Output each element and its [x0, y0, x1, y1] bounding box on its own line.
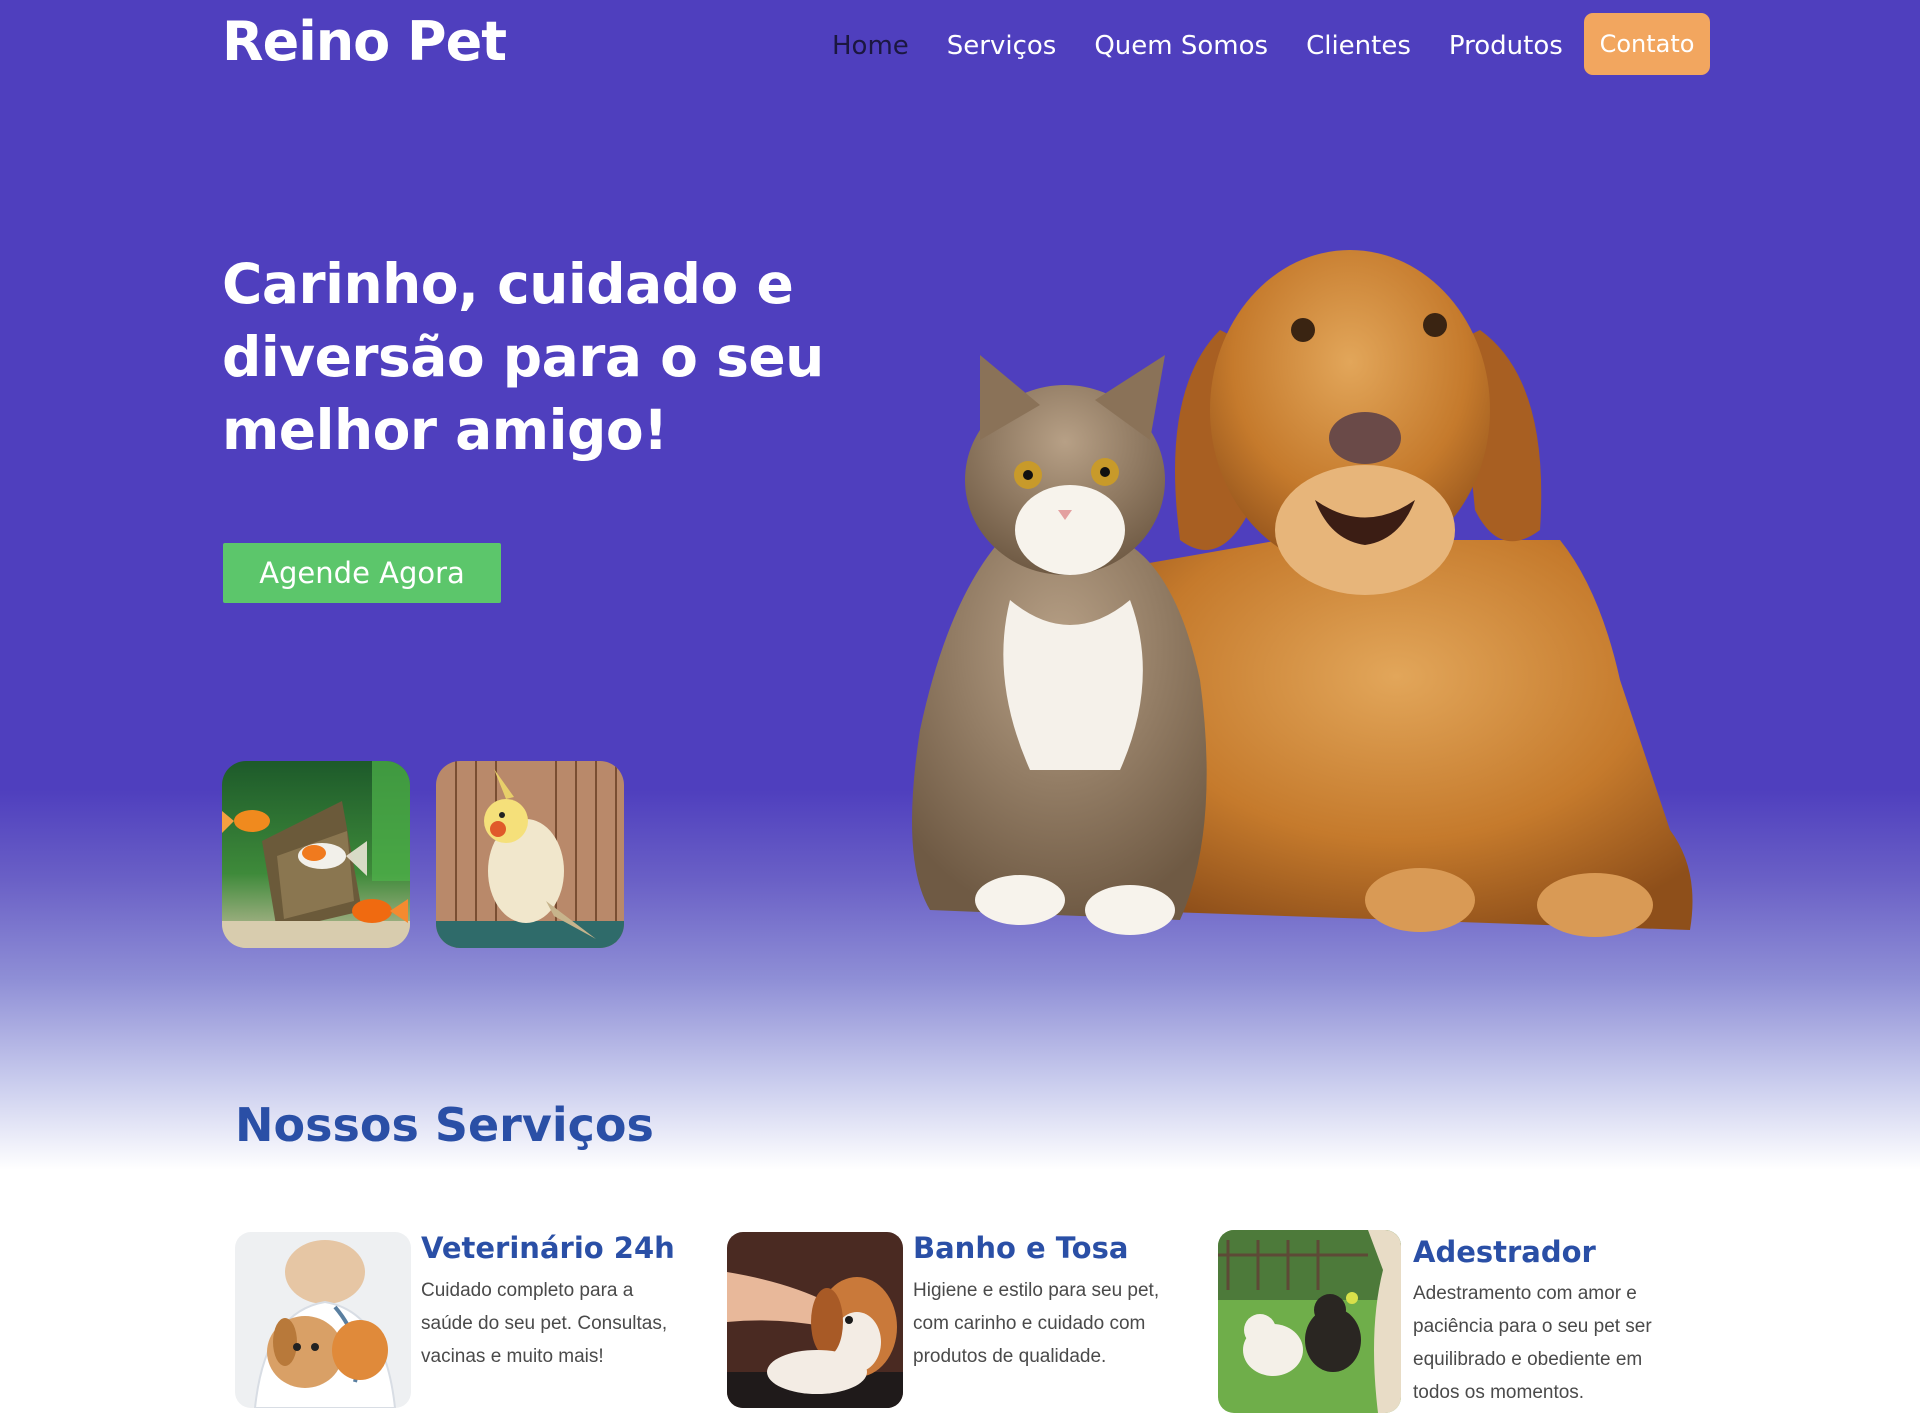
service-description: Adestramento com amor e paciência para o… — [1413, 1283, 1652, 1403]
hero-title: Carinho, cuidado e diversão para o seu m… — [222, 248, 842, 467]
hero-title-line: Carinho, cuidado e — [222, 252, 794, 316]
dog-training-photo — [1218, 1230, 1401, 1413]
services-title: Nossos Serviços — [235, 1098, 654, 1152]
schedule-button[interactable]: Agende Agora — [223, 543, 501, 603]
main-nav: Home Serviços Quem Somos Clientes Produt… — [832, 26, 1601, 66]
service-description: Higiene e estilo para seu pet, com carin… — [913, 1280, 1160, 1367]
service-title: Banho e Tosa — [913, 1231, 1129, 1265]
goldfish-photo — [222, 761, 410, 948]
nav-servicos[interactable]: Serviços — [947, 31, 1057, 61]
service-title: Adestrador — [1413, 1235, 1596, 1269]
cat-and-dog-photo — [860, 210, 1700, 950]
hero-title-line: melhor amigo! — [222, 398, 668, 462]
service-title: Veterinário 24h — [421, 1231, 675, 1265]
nav-clientes[interactable]: Clientes — [1306, 31, 1411, 61]
service-description: Cuidado completo para a saúde do seu pet… — [421, 1280, 668, 1367]
veterinarian-photo — [235, 1232, 411, 1408]
brand-logo[interactable]: Reino Pet — [222, 10, 507, 73]
cockatiel-photo — [436, 761, 624, 948]
nav-home[interactable]: Home — [832, 31, 909, 61]
nav-produtos[interactable]: Produtos — [1449, 31, 1563, 61]
grooming-photo — [727, 1232, 903, 1408]
hero-title-line: diversão para o seu — [222, 325, 824, 389]
nav-quem-somos[interactable]: Quem Somos — [1094, 31, 1268, 61]
contact-button[interactable]: Contato — [1584, 13, 1710, 75]
